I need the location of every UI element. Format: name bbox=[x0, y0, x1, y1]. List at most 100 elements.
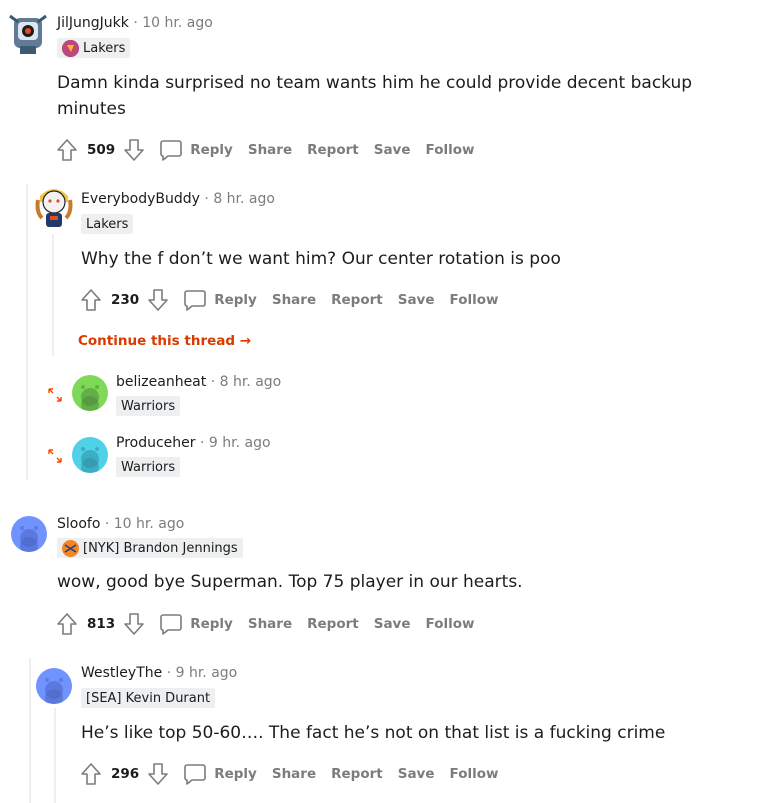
save-button[interactable]: Save bbox=[398, 292, 435, 308]
follow-button[interactable]: Follow bbox=[450, 766, 499, 782]
continue-thread-label: Continue this thread bbox=[78, 333, 236, 349]
follow-button[interactable]: Follow bbox=[426, 616, 475, 632]
report-button[interactable]: Report bbox=[331, 292, 383, 308]
timestamp[interactable]: 10 hr. ago bbox=[142, 15, 213, 31]
separator-dot: · bbox=[199, 435, 205, 451]
thread-line[interactable] bbox=[52, 234, 54, 356]
separator-dot: · bbox=[133, 15, 138, 31]
vote-count: 813 bbox=[87, 616, 116, 632]
avatar[interactable] bbox=[72, 437, 108, 473]
user-flair: Warriors bbox=[116, 396, 181, 416]
user-flair: Lakers bbox=[81, 214, 134, 234]
username[interactable]: JilJungJukk bbox=[57, 15, 129, 31]
username[interactable]: belizeanheat bbox=[116, 374, 206, 390]
comment-actions: 230 Reply Share Report Save Follow bbox=[78, 285, 498, 315]
username[interactable]: Sloofo bbox=[57, 516, 100, 532]
follow-button[interactable]: Follow bbox=[426, 142, 475, 158]
thread-line[interactable] bbox=[54, 708, 56, 803]
vote-count: 296 bbox=[111, 766, 140, 782]
comment-bubble-icon bbox=[183, 762, 207, 786]
reply-button[interactable]: Reply bbox=[183, 288, 257, 312]
report-button[interactable]: Report bbox=[307, 616, 359, 632]
downvote-icon[interactable] bbox=[121, 612, 147, 636]
upvote-icon[interactable] bbox=[78, 762, 104, 786]
reply-label: Reply bbox=[190, 142, 233, 158]
save-button[interactable]: Save bbox=[374, 616, 411, 632]
comment-actions: 813 Reply Share Report Save Follow bbox=[54, 609, 474, 639]
lakers-logo-icon bbox=[62, 39, 79, 57]
share-button[interactable]: Share bbox=[248, 616, 292, 632]
avatar[interactable] bbox=[36, 668, 72, 704]
comment-meta: Produceher · 9 hr. ago bbox=[116, 434, 271, 452]
timestamp[interactable]: 9 hr. ago bbox=[209, 435, 271, 451]
comment-body: Damn kinda surprised no team wants him h… bbox=[57, 73, 693, 119]
comment-meta: Sloofo · 10 hr. ago bbox=[57, 515, 184, 533]
arrow-right-icon: → bbox=[239, 333, 252, 349]
flair-text: [SEA] Kevin Durant bbox=[86, 690, 211, 706]
comment-body: He’s like top 50-60…. The fact he’s not … bbox=[81, 723, 666, 743]
reply-button[interactable]: Reply bbox=[159, 138, 233, 162]
downvote-icon[interactable] bbox=[145, 762, 171, 786]
user-flair: Warriors bbox=[116, 457, 181, 477]
username[interactable]: EverybodyBuddy bbox=[81, 191, 200, 207]
comment-meta: JilJungJukk · 10 hr. ago bbox=[57, 14, 213, 32]
upvote-icon[interactable] bbox=[54, 612, 80, 636]
user-flair: [SEA] Kevin Durant bbox=[81, 688, 216, 708]
flair-text: Warriors bbox=[121, 459, 176, 475]
reply-label: Reply bbox=[214, 766, 257, 782]
comment-meta: belizeanheat · 8 hr. ago bbox=[116, 373, 281, 391]
continue-thread-link[interactable]: Continue this thread → bbox=[78, 333, 251, 349]
downvote-icon[interactable] bbox=[121, 138, 147, 162]
comment-meta: WestleyThe · 9 hr. ago bbox=[81, 664, 237, 682]
comment-meta: EverybodyBuddy · 8 hr. ago bbox=[81, 190, 275, 208]
reply-label: Reply bbox=[190, 616, 233, 632]
upvote-icon[interactable] bbox=[78, 288, 104, 312]
comment-bubble-icon bbox=[183, 288, 207, 312]
flair-text: Warriors bbox=[121, 398, 176, 414]
user-flair: Lakers bbox=[57, 38, 131, 58]
avatar[interactable] bbox=[34, 182, 74, 230]
avatar[interactable] bbox=[72, 375, 108, 411]
vote-count: 230 bbox=[111, 292, 140, 308]
username[interactable]: Produceher bbox=[116, 435, 196, 451]
flair-text: Lakers bbox=[86, 216, 129, 232]
separator-dot: · bbox=[210, 374, 216, 390]
downvote-icon[interactable] bbox=[145, 288, 171, 312]
thread-line[interactable] bbox=[29, 658, 31, 803]
save-button[interactable]: Save bbox=[398, 766, 435, 782]
expand-arrows-icon[interactable] bbox=[46, 447, 64, 468]
avatar[interactable] bbox=[8, 12, 48, 56]
timestamp[interactable]: 8 hr. ago bbox=[213, 191, 275, 207]
separator-dot: · bbox=[204, 191, 209, 207]
flair-text: Lakers bbox=[83, 40, 126, 56]
reply-button[interactable]: Reply bbox=[159, 612, 233, 636]
expand-arrows-icon[interactable] bbox=[46, 386, 64, 407]
timestamp[interactable]: 8 hr. ago bbox=[220, 374, 282, 390]
reply-button[interactable]: Reply bbox=[183, 762, 257, 786]
report-button[interactable]: Report bbox=[307, 142, 359, 158]
share-button[interactable]: Share bbox=[272, 766, 316, 782]
share-button[interactable]: Share bbox=[272, 292, 316, 308]
comment-actions: 296 Reply Share Report Save Follow bbox=[78, 759, 498, 789]
flair-text: [NYK] Brandon Jennings bbox=[83, 540, 238, 556]
avatar[interactable] bbox=[11, 516, 47, 552]
timestamp[interactable]: 10 hr. ago bbox=[114, 516, 185, 532]
upvote-icon[interactable] bbox=[54, 138, 80, 162]
comment-body: Why the f don’t we want him? Our center … bbox=[81, 249, 561, 269]
user-flair: [NYK] Brandon Jennings bbox=[57, 538, 243, 558]
username[interactable]: WestleyThe bbox=[81, 665, 162, 681]
comment-bubble-icon bbox=[159, 612, 183, 636]
report-button[interactable]: Report bbox=[331, 766, 383, 782]
knicks-logo-icon bbox=[62, 539, 79, 557]
follow-button[interactable]: Follow bbox=[450, 292, 499, 308]
separator-dot: · bbox=[104, 516, 110, 532]
reply-label: Reply bbox=[214, 292, 257, 308]
comment-bubble-icon bbox=[159, 138, 183, 162]
timestamp[interactable]: 9 hr. ago bbox=[176, 665, 238, 681]
comment-actions: 509 Reply Share Report Save Follow bbox=[54, 135, 474, 165]
vote-count: 509 bbox=[87, 142, 116, 158]
share-button[interactable]: Share bbox=[248, 142, 292, 158]
thread-line[interactable] bbox=[26, 184, 28, 480]
separator-dot: · bbox=[166, 665, 172, 681]
save-button[interactable]: Save bbox=[374, 142, 411, 158]
